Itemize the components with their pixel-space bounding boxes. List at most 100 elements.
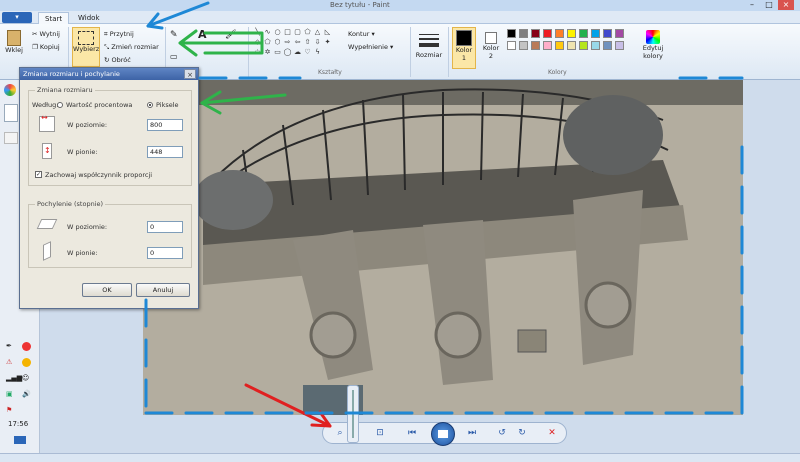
next-icon[interactable]: ⏭ — [465, 427, 479, 440]
balcony-photo[interactable] — [143, 80, 743, 415]
size-button[interactable]: Rozmiar — [414, 27, 444, 67]
paste-button[interactable]: Wklej — [2, 27, 26, 67]
color1-button[interactable]: Kolor 1 — [452, 27, 476, 69]
arrow-up-shape-icon[interactable]: ⇧ — [303, 38, 312, 46]
triangle-shape-icon[interactable]: △ — [313, 28, 322, 36]
right-triangle-shape-icon[interactable]: ◺ — [323, 28, 332, 36]
clock-icon[interactable] — [22, 358, 31, 367]
palette-swatch[interactable] — [567, 41, 576, 50]
tab-start[interactable]: Start — [38, 12, 70, 24]
skew-horizontal-input[interactable]: 0 — [147, 221, 183, 233]
outline-dropdown[interactable]: Kontur ▾ — [348, 30, 375, 38]
palette-swatch[interactable] — [531, 41, 540, 50]
delete-icon[interactable]: ✕ — [545, 427, 559, 440]
palette-swatch[interactable] — [591, 41, 600, 50]
browser-icon[interactable] — [4, 84, 16, 96]
palette-swatch[interactable] — [507, 41, 516, 50]
cloud-shape-icon[interactable]: ☁ — [293, 48, 302, 56]
hexagon-shape-icon[interactable]: ⬡ — [273, 38, 282, 46]
palette-swatch[interactable] — [615, 41, 624, 50]
maximize-button[interactable]: □ — [761, 0, 777, 10]
oval-shape-icon[interactable]: ○ — [273, 28, 282, 36]
slideshow-button[interactable] — [431, 422, 455, 446]
rotate-button[interactable]: ↻ Obróć — [104, 56, 131, 64]
dialog-close-button[interactable]: × — [184, 69, 196, 79]
pentagon-shape-icon[interactable]: ⬠ — [263, 38, 272, 46]
palette-swatch[interactable] — [603, 29, 612, 38]
volume-icon[interactable]: 🔊 — [22, 390, 31, 398]
brush-icon[interactable]: 🖌 — [225, 30, 236, 40]
palette-swatch[interactable] — [555, 41, 564, 50]
palette-swatch[interactable] — [579, 29, 588, 38]
skew-vertical-input[interactable]: 0 — [147, 247, 183, 259]
curve-shape-icon[interactable]: ∿ — [263, 28, 272, 36]
palette-swatch[interactable] — [591, 29, 600, 38]
rounded-rect-shape-icon[interactable]: ▢ — [293, 28, 302, 36]
rotate-left-icon[interactable]: ↺ — [495, 427, 509, 440]
fill-dropdown[interactable]: Wypełnienie ▾ — [348, 43, 393, 51]
keep-ratio-checkbox[interactable]: ✓ — [35, 171, 42, 178]
rotate-right-icon[interactable]: ↻ — [515, 427, 529, 440]
heart-shape-icon[interactable]: ♡ — [303, 48, 312, 56]
ok-button[interactable]: OK — [82, 283, 132, 297]
crop-button[interactable]: ⌗ Przytnij — [104, 30, 134, 39]
resize-horizontal-input[interactable]: 800 — [147, 119, 183, 131]
network-icon[interactable]: ▣ — [6, 390, 13, 398]
select-button[interactable]: Wybierz — [72, 27, 100, 67]
star6-shape-icon[interactable]: ✡ — [263, 48, 272, 56]
minimize-button[interactable]: – — [744, 0, 760, 10]
close-button[interactable]: × — [778, 0, 794, 10]
copy-button[interactable]: ❐ Kopiuj — [32, 43, 60, 51]
star4-shape-icon[interactable]: ✦ — [323, 38, 332, 46]
palette-swatch[interactable] — [543, 41, 552, 50]
lightning-shape-icon[interactable]: ϟ — [313, 48, 322, 56]
arrow-left-shape-icon[interactable]: ⇦ — [293, 38, 302, 46]
palette-swatch[interactable] — [567, 29, 576, 38]
palette-swatch[interactable] — [543, 29, 552, 38]
pen-icon[interactable]: ✒ — [6, 342, 12, 350]
resize-button[interactable]: ⤡ Zmień rozmiar — [104, 43, 159, 52]
palette-swatch[interactable] — [519, 29, 528, 38]
window-thumb-icon[interactable] — [4, 104, 18, 122]
callout-shape-icon[interactable]: ▭ — [273, 48, 282, 56]
eraser-icon[interactable]: ▭ — [170, 52, 178, 61]
percent-radio[interactable] — [57, 102, 63, 108]
star5-shape-icon[interactable]: ☆ — [253, 48, 262, 56]
color2-button[interactable]: Kolor 2 — [479, 27, 503, 69]
palette-swatch[interactable] — [555, 29, 564, 38]
palette-swatch[interactable] — [519, 41, 528, 50]
diamond-shape-icon[interactable]: ◇ — [253, 38, 262, 46]
arrow-down-shape-icon[interactable]: ⇩ — [313, 38, 322, 46]
line-shape-icon[interactable]: ╲ — [253, 28, 262, 36]
polygon-shape-icon[interactable]: ⬠ — [303, 28, 312, 36]
text-icon[interactable]: A — [198, 28, 207, 41]
rectangle-shape-icon[interactable]: □ — [283, 28, 292, 36]
tab-view[interactable]: Widok — [72, 12, 106, 24]
flag-icon[interactable]: ⚑ — [6, 406, 12, 414]
palette-swatch[interactable] — [579, 41, 588, 50]
oval-callout-shape-icon[interactable]: ◯ — [283, 48, 292, 56]
zoom-slider[interactable] — [347, 385, 359, 443]
palette-swatch[interactable] — [507, 29, 516, 38]
resize-vertical-input[interactable]: 448 — [147, 146, 183, 158]
pixels-radio[interactable] — [147, 102, 153, 108]
show-desktop-button[interactable] — [14, 436, 26, 444]
palette-swatch[interactable] — [531, 29, 540, 38]
fit-window-icon[interactable]: ⊡ — [373, 427, 387, 440]
cut-button[interactable]: ✂ Wytnij — [32, 30, 60, 38]
edit-colors-button[interactable]: Edytuj kolory — [640, 27, 666, 69]
user-icon[interactable]: ☺ — [22, 374, 29, 382]
document-icon[interactable] — [4, 132, 18, 144]
signal-icon[interactable]: ▂▄▆ — [6, 374, 22, 382]
palette-swatch[interactable] — [603, 41, 612, 50]
palette-swatch[interactable] — [615, 29, 624, 38]
error-icon[interactable]: ⚠ — [6, 358, 12, 366]
record-icon[interactable] — [22, 342, 31, 351]
app-menu-button[interactable]: ▾ — [2, 12, 32, 23]
zoom-icon[interactable]: ⌕ — [333, 427, 347, 440]
arrow-right-shape-icon[interactable]: ⇨ — [283, 38, 292, 46]
pencil-icon[interactable]: ✎ — [170, 30, 178, 40]
taskbar-clock[interactable]: 17:56 — [8, 420, 28, 428]
previous-icon[interactable]: ⏮ — [405, 427, 419, 440]
cancel-button[interactable]: Anuluj — [136, 283, 190, 297]
